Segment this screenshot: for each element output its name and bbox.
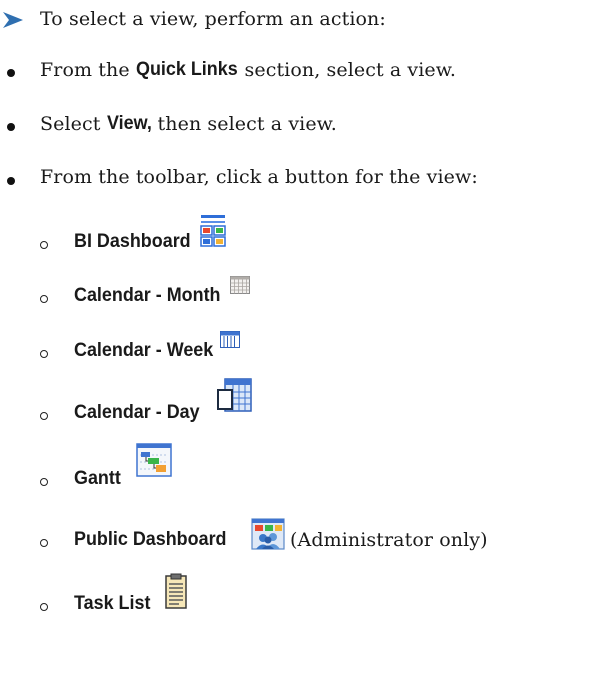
action-prefix: Select	[40, 112, 107, 135]
bullet-icon	[7, 123, 15, 131]
circle-bullet-icon	[40, 539, 48, 547]
view-label: Calendar - Week	[74, 339, 214, 361]
circle-bullet-icon	[40, 241, 48, 249]
public-dashboard-icon	[251, 518, 285, 550]
calendar-day-icon	[217, 378, 252, 412]
gantt-icon	[136, 443, 172, 477]
action-prefix: From the	[40, 58, 136, 81]
task-list-icon	[165, 573, 187, 609]
administrator-only-note: (Administrator only)	[290, 529, 488, 551]
bullet-icon	[7, 177, 15, 185]
quick-links-label: Quick Links	[135, 58, 238, 80]
action-suffix: then select a view.	[151, 112, 337, 135]
view-label: Calendar - Month	[74, 284, 221, 306]
intro-text: To select a view, perform an action:	[40, 8, 386, 30]
circle-bullet-icon	[40, 350, 48, 358]
circle-bullet-icon	[40, 412, 48, 420]
arrow-right-icon	[3, 12, 23, 28]
view-label: Task List	[74, 592, 151, 614]
view-label: Calendar - Day	[74, 401, 200, 423]
circle-bullet-icon	[40, 478, 48, 486]
document-page: To select a view, perform an action: Fro…	[0, 0, 611, 683]
bullet-icon	[7, 69, 15, 77]
view-menu-label: View,	[106, 112, 152, 134]
action-prefix: From the toolbar, click a button for the…	[40, 166, 478, 188]
calendar-week-icon	[220, 331, 240, 348]
view-label: Public Dashboard	[74, 528, 227, 550]
view-label: Gantt	[74, 467, 121, 489]
view-label: BI Dashboard	[74, 230, 191, 252]
action-suffix: section, select a view.	[238, 58, 457, 81]
bi-dashboard-icon	[200, 215, 226, 247]
circle-bullet-icon	[40, 603, 48, 611]
calendar-month-icon	[230, 276, 250, 294]
circle-bullet-icon	[40, 295, 48, 303]
